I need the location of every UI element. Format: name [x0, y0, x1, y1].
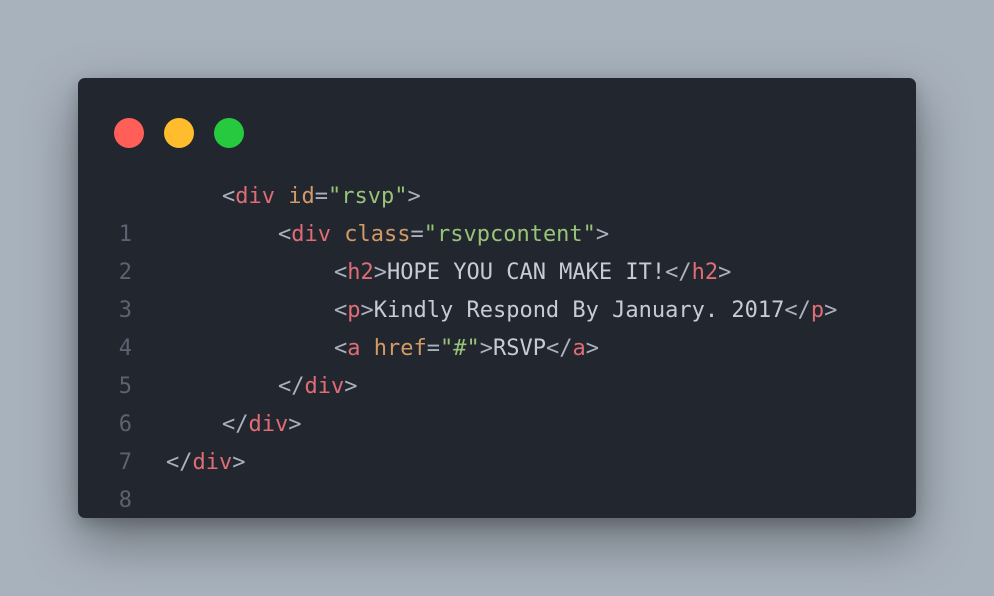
tag-bracket: </ [784, 298, 811, 323]
tag-name: p [347, 298, 361, 323]
tag-bracket: </ [665, 260, 692, 285]
tag-name: div [304, 374, 345, 399]
code-line: 3 <h2>HOPE YOU CAN MAKE IT!</h2> [78, 254, 916, 323]
minimize-button[interactable] [164, 118, 194, 148]
line-content: <div class="rsvpcontent"> [166, 216, 609, 254]
code-window: 1 <div id="rsvp"> 2 <div class="rsvpcont… [78, 78, 916, 518]
line-content: <div id="rsvp"> [166, 178, 421, 216]
code-line: 5 <a href="#">RSVP</a> [78, 330, 916, 399]
line-content: </div> [166, 406, 302, 444]
equals-sign: = [314, 184, 328, 209]
text-content: HOPE YOU CAN MAKE IT! [387, 260, 666, 285]
equals-sign: = [410, 222, 424, 247]
tag-name: a [572, 336, 586, 361]
attr-name: id [288, 184, 315, 209]
tag-name: div [192, 450, 233, 475]
line-content: <h2>HOPE YOU CAN MAKE IT!</h2> [166, 254, 731, 292]
tag-bracket: > [595, 222, 610, 247]
line-content: </div> [166, 444, 246, 482]
tag-bracket: > [344, 374, 358, 399]
tag-bracket: </ [222, 412, 249, 437]
code-line: 4 <p>Kindly Respond By January. 2017</p> [78, 292, 916, 361]
line-number: 8 [118, 488, 132, 513]
tag-bracket: < [334, 298, 348, 323]
text-content: Kindly Respond By January. 2017 [373, 298, 785, 323]
tag-bracket: > [824, 298, 838, 323]
tag-name: div [235, 184, 275, 209]
line-content: </div> [166, 368, 358, 406]
tag-bracket: > [585, 336, 599, 361]
tag-bracket: </ [545, 336, 573, 361]
maximize-button[interactable] [214, 118, 244, 148]
tag-bracket: < [334, 260, 348, 285]
line-content: <p>Kindly Respond By January. 2017</p> [166, 292, 837, 330]
text-content: RSVP [492, 336, 546, 361]
tag-bracket: > [479, 336, 493, 361]
tag-name: div [248, 412, 289, 437]
equals-sign: = [426, 336, 440, 361]
tag-bracket: > [373, 260, 387, 285]
code-line: 6 </div> [78, 368, 916, 437]
code-line: 2 <div class="rsvpcontent"> [78, 216, 916, 285]
tag-bracket: > [232, 450, 246, 475]
code-line: 7 </div> [78, 406, 916, 475]
tag-name: h2 [691, 260, 719, 285]
tag-bracket: </ [278, 374, 305, 399]
tag-bracket: < [278, 222, 292, 247]
tag-bracket: > [407, 184, 421, 209]
tag-bracket: > [360, 298, 374, 323]
code-block: 1 <div id="rsvp"> 2 <div class="rsvpcont… [78, 178, 916, 513]
tag-name: p [810, 298, 825, 323]
attr-value: "#" [439, 336, 480, 361]
attr-name: class [344, 222, 411, 247]
close-button[interactable] [114, 118, 144, 148]
tag-bracket: </ [166, 450, 193, 475]
tag-bracket: < [334, 336, 348, 361]
window-titlebar [78, 78, 916, 178]
attr-value: "rsvp" [328, 184, 408, 209]
tag-bracket: > [288, 412, 302, 437]
line-content: <a href="#">RSVP</a> [166, 330, 599, 368]
attr-value: "rsvpcontent" [423, 222, 596, 247]
tag-name: div [291, 222, 331, 247]
tag-bracket: > [718, 260, 732, 285]
tag-bracket: < [222, 184, 236, 209]
tag-name: h2 [347, 260, 374, 285]
code-line: 8 </div> [78, 444, 916, 513]
tag-name: a [347, 336, 361, 361]
code-line: 1 <div id="rsvp"> [78, 178, 916, 247]
attr-name: href [373, 336, 427, 361]
